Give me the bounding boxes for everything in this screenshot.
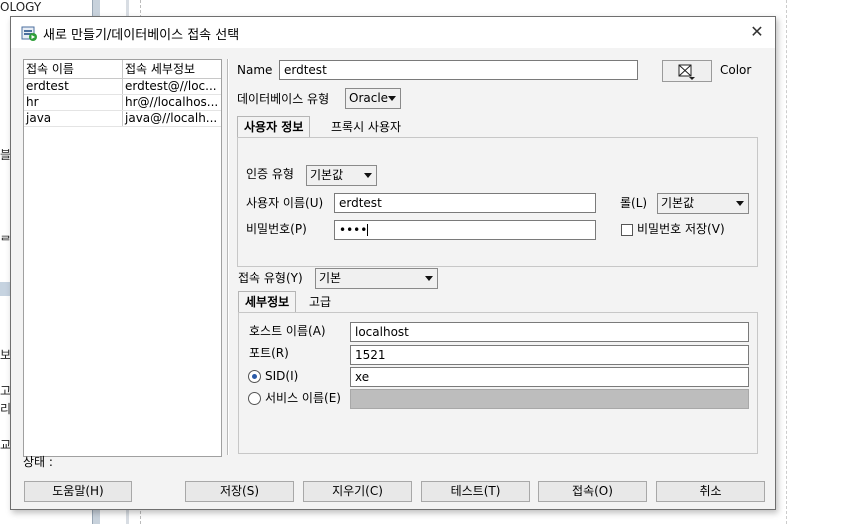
database-type-select[interactable]: Oracle: [345, 88, 401, 109]
status-label: 상태 :: [23, 455, 53, 469]
connection-name: erdtest: [24, 79, 123, 94]
tab-proxy-user[interactable]: 프록시 사용자: [325, 117, 407, 138]
sid-radio[interactable]: [248, 370, 261, 383]
service-name-label: 서비스 이름(E): [265, 391, 341, 405]
close-button[interactable]: ✕: [743, 19, 771, 45]
database-connection-icon: [21, 26, 37, 41]
port-label: 포트(R): [249, 346, 289, 360]
hostname-input[interactable]: localhost: [350, 322, 749, 342]
chevron-down-icon: [736, 201, 744, 206]
column-header-details[interactable]: 접속 세부정보: [123, 60, 221, 78]
new-connection-dialog: 새로 만들기/데이터베이스 접속 선택 ✕ 접속 이름 접속 세부정보 erdt…: [10, 16, 776, 510]
hostname-label: 호스트 이름(A): [249, 324, 326, 338]
password-mask: ••••: [339, 223, 368, 237]
tab-advanced[interactable]: 고급: [303, 292, 337, 313]
clear-button[interactable]: 지우기(C): [303, 481, 412, 502]
username-input[interactable]: erdtest: [334, 193, 596, 213]
chevron-down-icon: [425, 276, 433, 281]
title-bar[interactable]: 새로 만들기/데이터베이스 접속 선택 ✕: [11, 17, 775, 48]
save-password-checkbox[interactable]: [621, 224, 633, 236]
role-select[interactable]: 기본값: [657, 193, 749, 214]
save-password-label: 비밀번호 저장(V): [637, 222, 725, 236]
auth-type-select[interactable]: 기본값: [306, 165, 377, 186]
close-icon: ✕: [750, 22, 764, 41]
chevron-down-icon: [364, 173, 372, 178]
connection-row[interactable]: hr hr@//localhos...: [24, 95, 221, 111]
text-caret: [367, 224, 369, 236]
connection-details: java@//localh...: [125, 111, 218, 125]
connect-button[interactable]: 접속(O): [538, 481, 647, 502]
name-label: Name: [237, 63, 273, 77]
background-margin-line: [786, 0, 787, 524]
color-swatch-icon: [678, 64, 695, 80]
auth-type-value: 기본값: [310, 168, 344, 182]
connection-type-value: 기본: [319, 271, 342, 285]
column-header-name[interactable]: 접속 이름: [24, 60, 123, 78]
color-picker-button[interactable]: [662, 60, 712, 82]
save-button[interactable]: 저장(S): [185, 481, 294, 502]
background-text: OLOGY: [0, 0, 42, 14]
port-input[interactable]: 1521: [350, 345, 749, 365]
test-button[interactable]: 테스트(T): [421, 481, 530, 502]
name-input[interactable]: erdtest: [279, 60, 638, 80]
service-name-radio[interactable]: [248, 392, 261, 405]
connection-row[interactable]: java java@//localh...: [24, 111, 221, 127]
connection-list-header: 접속 이름 접속 세부정보: [24, 60, 221, 79]
tab-details[interactable]: 세부정보: [238, 291, 297, 312]
connection-row[interactable]: erdtest erdtest@//loc...: [24, 79, 221, 95]
connection-name: hr: [24, 95, 123, 110]
help-button[interactable]: 도움말(H): [24, 481, 132, 502]
password-label: 비밀번호(P): [246, 222, 307, 236]
connection-type-label: 접속 유형(Y): [238, 271, 303, 285]
connection-details: hr@//localhos...: [125, 95, 219, 109]
service-name-input: [350, 389, 749, 409]
sid-input[interactable]: xe: [350, 367, 749, 387]
role-label: 롤(L): [620, 196, 648, 210]
connection-list[interactable]: 접속 이름 접속 세부정보 erdtest erdtest@//loc... h…: [23, 59, 222, 457]
chevron-down-icon: [388, 96, 396, 101]
sid-label: SID(I): [265, 369, 299, 383]
database-type-label: 데이터베이스 유형: [237, 92, 330, 106]
color-label: Color: [720, 63, 752, 77]
tab-user-info[interactable]: 사용자 정보: [237, 116, 311, 137]
role-value: 기본값: [661, 196, 695, 210]
connection-type-select[interactable]: 기본: [315, 268, 438, 289]
username-label: 사용자 이름(U): [246, 196, 324, 210]
cancel-button[interactable]: 취소: [656, 481, 765, 502]
dialog-title: 새로 만들기/데이터베이스 접속 선택: [43, 28, 240, 43]
split-pane-divider[interactable]: [227, 59, 229, 455]
database-type-value: Oracle: [349, 91, 389, 105]
password-input[interactable]: ••••: [334, 220, 596, 240]
connection-name: java: [24, 111, 123, 126]
connection-details: erdtest@//loc...: [125, 79, 217, 93]
auth-type-label: 인증 유형: [246, 167, 294, 181]
